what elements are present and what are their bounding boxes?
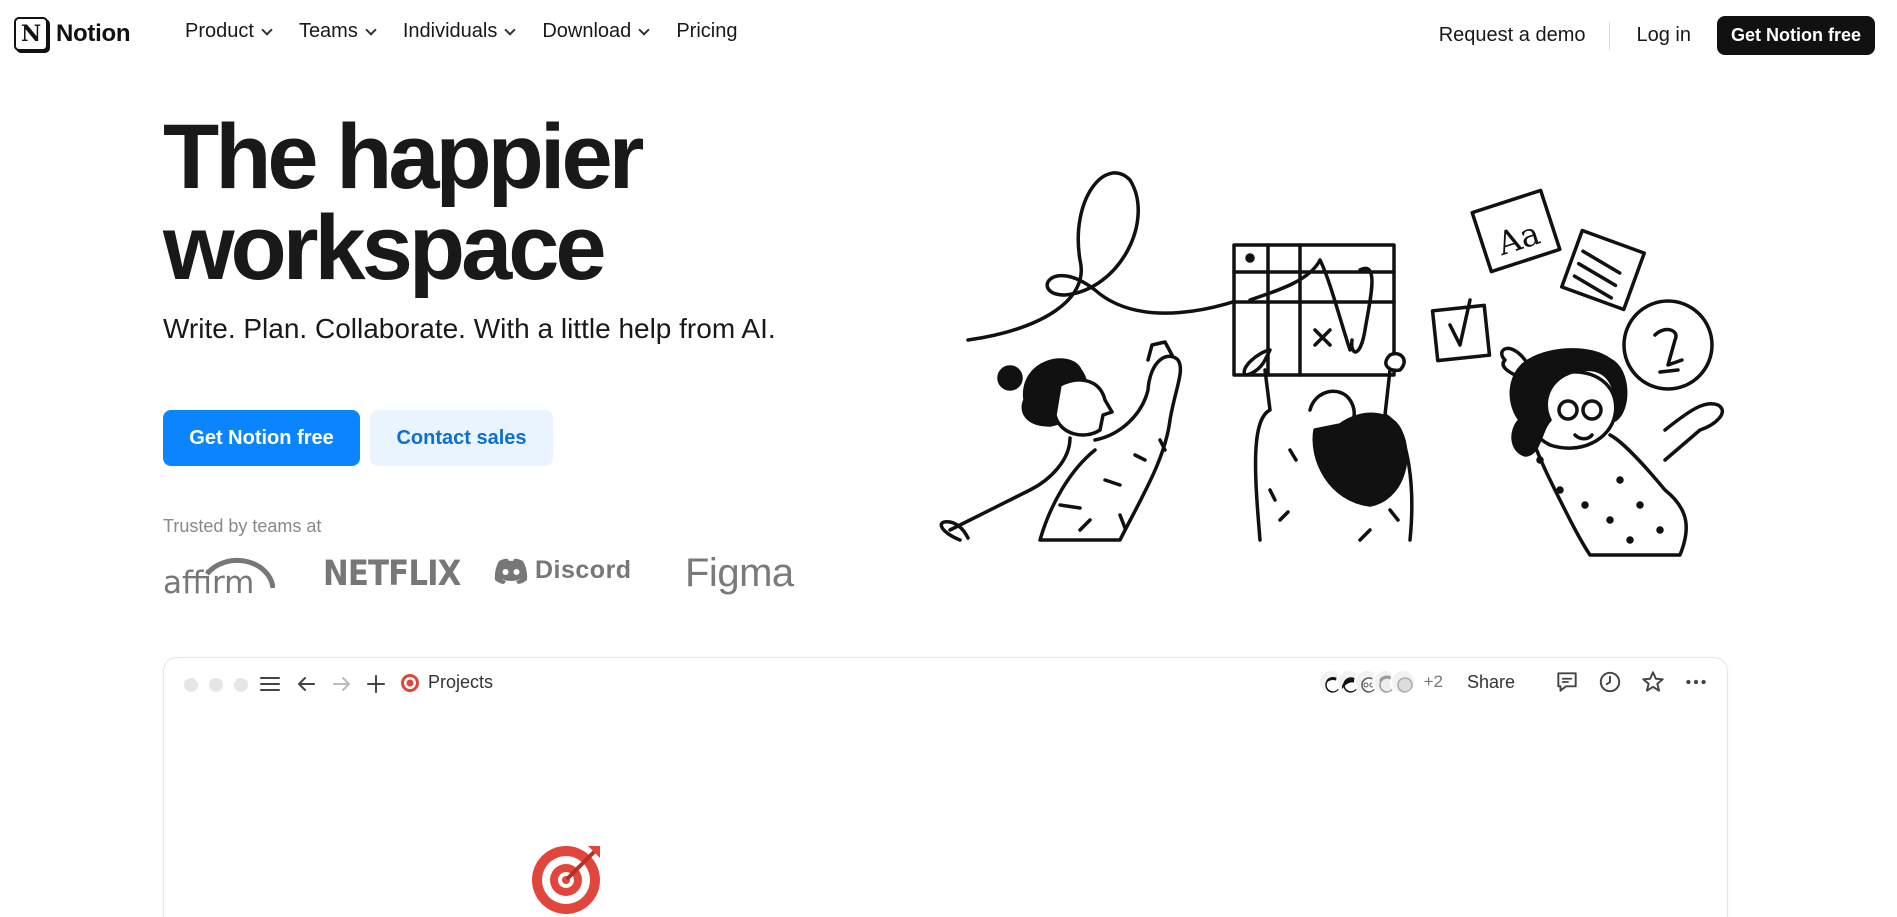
nav-item-label: Individuals	[402, 20, 498, 42]
notion-logo-icon: N	[14, 17, 48, 51]
window-controls	[184, 678, 248, 692]
discord-icon	[494, 558, 528, 584]
maximize-window-dot[interactable]	[234, 678, 248, 692]
hero-title: The happier workspace	[163, 111, 883, 294]
contact-sales-button[interactable]: Contact sales	[370, 410, 553, 466]
chevron-down-icon	[365, 23, 377, 36]
request-demo-link[interactable]: Request a demo	[1415, 24, 1610, 47]
toolbar-actions: +2 Share	[1317, 669, 1709, 695]
affirm-logo-text: affirm	[163, 565, 254, 596]
top-navigation: N Notion Product Teams Individuals Downl…	[0, 0, 1897, 68]
breadcrumb-label: Projects	[428, 672, 494, 692]
star-icon[interactable]	[1640, 669, 1666, 695]
nav-item-label: Teams	[298, 20, 358, 42]
comment-icon[interactable]	[1554, 669, 1580, 695]
clock-icon[interactable]	[1597, 669, 1623, 695]
get-notion-free-button[interactable]: Get Notion free	[163, 410, 360, 466]
nav-item-label: Download	[542, 20, 632, 42]
hero-illustration: Aa	[920, 160, 1730, 600]
menu-icon[interactable]	[258, 672, 282, 696]
back-arrow-icon[interactable]	[294, 672, 318, 696]
share-button[interactable]: Share	[1467, 672, 1515, 693]
app-toolbar: Projects +2 Share	[164, 658, 1727, 710]
hero-subtitle: Write. Plan. Collaborate. With a little …	[163, 313, 776, 344]
brand-home-link[interactable]: N Notion	[14, 17, 130, 51]
trusted-by-label: Trusted by teams at	[163, 516, 322, 536]
plus-icon[interactable]	[364, 672, 388, 696]
chevron-down-icon	[638, 23, 650, 36]
login-link[interactable]: Log in	[1610, 24, 1717, 47]
get-notion-free-nav-button[interactable]: Get Notion free	[1716, 16, 1875, 55]
nav-item-label: Pricing	[676, 20, 738, 42]
more-icon[interactable]	[1683, 669, 1709, 695]
figma-logo: Figma	[685, 551, 794, 595]
main-nav: Product Teams Individuals Download Prici…	[185, 20, 765, 43]
hero-title-line2: workspace	[163, 197, 607, 299]
forward-arrow-icon[interactable]	[330, 672, 354, 696]
chevron-down-icon	[261, 23, 273, 36]
target-icon	[401, 673, 419, 692]
close-window-dot[interactable]	[184, 678, 198, 692]
discord-logo-text: Discord	[535, 556, 632, 584]
hero-title-line1: The happier	[163, 106, 644, 208]
nav-item-teams[interactable]: Teams	[298, 20, 377, 43]
minimize-window-dot[interactable]	[209, 678, 223, 692]
page-target-icon	[532, 846, 600, 914]
affirm-logo: affirm	[163, 548, 276, 601]
breadcrumb[interactable]: Projects	[400, 672, 493, 693]
extra-collaborators-count[interactable]: +2	[1424, 672, 1443, 692]
netflix-logo: NETFLIX	[323, 554, 461, 594]
discord-logo: Discord	[493, 556, 632, 585]
nav-item-individuals[interactable]: Individuals	[402, 20, 517, 43]
collaborator-avatars[interactable]	[1317, 669, 1416, 695]
avatar	[1389, 669, 1416, 695]
chevron-down-icon	[504, 23, 517, 36]
nav-item-label: Product	[185, 20, 254, 42]
nav-actions: Request a demo Log in Get Notion free	[1415, 16, 1875, 55]
brand-name: Notion	[56, 20, 131, 47]
nav-item-product[interactable]: Product	[185, 20, 273, 43]
nav-item-pricing[interactable]: Pricing	[676, 20, 737, 43]
nav-item-download[interactable]: Download	[542, 20, 650, 43]
app-preview-window: Projects +2 Share	[163, 657, 1728, 917]
